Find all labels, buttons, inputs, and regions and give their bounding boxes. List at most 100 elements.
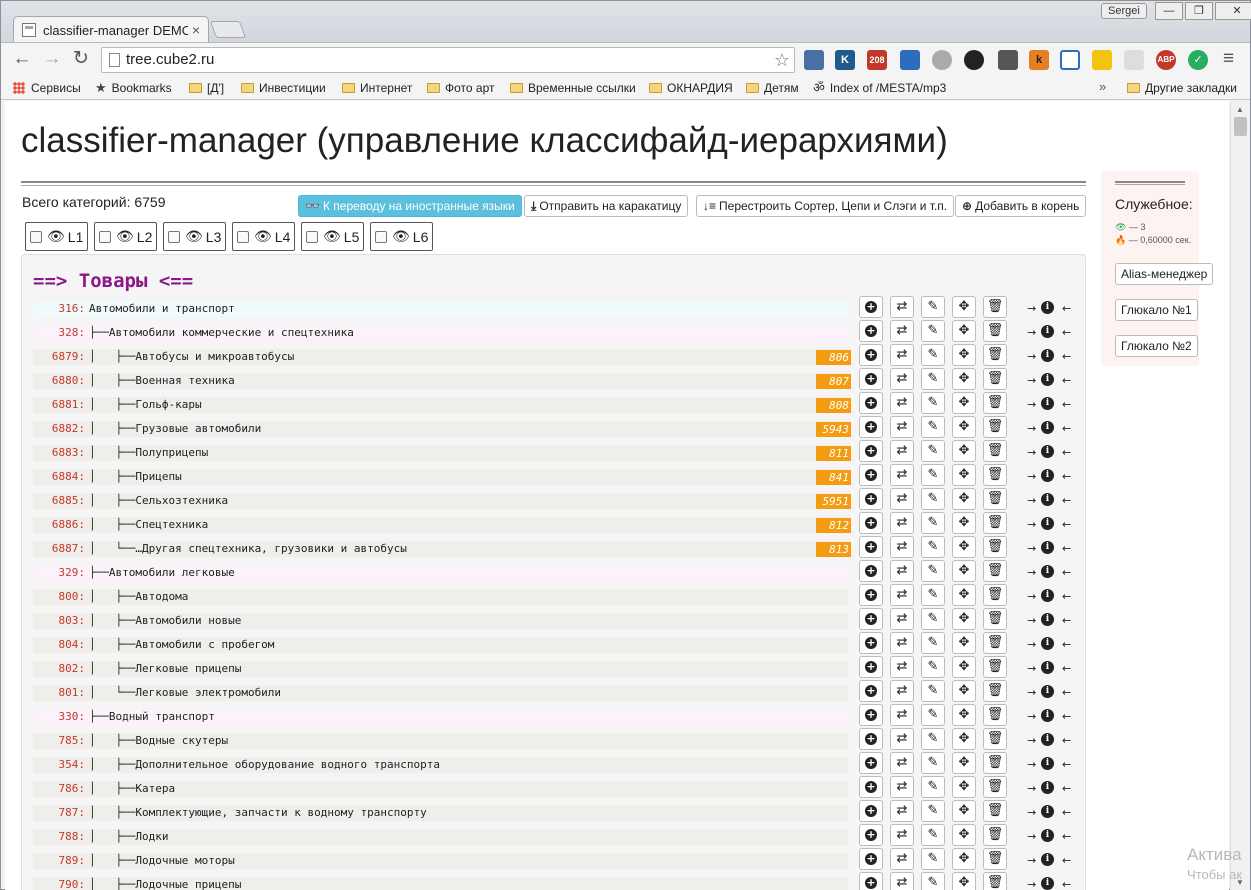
- add-child-button[interactable]: +: [859, 776, 883, 798]
- add-child-button[interactable]: +: [859, 848, 883, 870]
- add-child-button[interactable]: +: [859, 536, 883, 558]
- swap-button[interactable]: ⇄: [890, 800, 914, 822]
- arrow-left-icon[interactable]: ←: [1062, 853, 1071, 869]
- info-icon[interactable]: i: [1041, 421, 1054, 434]
- add-child-button[interactable]: +: [859, 800, 883, 822]
- add-child-button[interactable]: +: [859, 344, 883, 366]
- add-child-button[interactable]: +: [859, 752, 883, 774]
- delete-button[interactable]: 🗑: [983, 392, 1007, 414]
- delete-button[interactable]: 🗑: [983, 704, 1007, 726]
- info-icon[interactable]: i: [1041, 613, 1054, 626]
- arrow-left-icon[interactable]: ←: [1062, 421, 1071, 437]
- glitch-2-button[interactable]: Глюкало №2: [1115, 335, 1198, 357]
- scroll-up-icon[interactable]: ▲: [1236, 105, 1244, 114]
- arrow-right-icon[interactable]: →: [1027, 541, 1036, 557]
- bookmark-star-icon[interactable]: ☆: [774, 48, 790, 72]
- bookmark-folder[interactable]: Инвестиции: [241, 80, 326, 96]
- swap-button[interactable]: ⇄: [890, 536, 914, 558]
- send-button[interactable]: ⤓ Отправить на каракатицу: [524, 195, 689, 217]
- arrow-right-icon[interactable]: →: [1027, 661, 1036, 677]
- arrow-right-icon[interactable]: →: [1027, 445, 1036, 461]
- arrow-right-icon[interactable]: →: [1027, 565, 1036, 581]
- info-icon[interactable]: i: [1041, 853, 1054, 866]
- info-icon[interactable]: i: [1041, 349, 1054, 362]
- bookmark-folder[interactable]: Фото арт: [427, 80, 494, 96]
- delete-button[interactable]: 🗑: [983, 632, 1007, 654]
- move-button[interactable]: ✥: [952, 584, 976, 606]
- k-orange-extension-icon[interactable]: k: [1029, 50, 1049, 70]
- level-toggle-l4[interactable]: 👁 L4: [232, 222, 296, 251]
- info-icon[interactable]: i: [1041, 877, 1054, 890]
- arrow-left-icon[interactable]: ←: [1062, 781, 1071, 797]
- delete-button[interactable]: 🗑: [983, 800, 1007, 822]
- reload-icon[interactable]: ↻: [70, 48, 92, 70]
- move-button[interactable]: ✥: [952, 680, 976, 702]
- arrow-right-icon[interactable]: →: [1027, 469, 1036, 485]
- swap-button[interactable]: ⇄: [890, 320, 914, 342]
- add-child-button[interactable]: +: [859, 296, 883, 318]
- info-icon[interactable]: i: [1041, 301, 1054, 314]
- swap-button[interactable]: ⇄: [890, 464, 914, 486]
- arrow-right-icon[interactable]: →: [1027, 733, 1036, 749]
- info-icon[interactable]: i: [1041, 541, 1054, 554]
- delete-button[interactable]: 🗑: [983, 344, 1007, 366]
- checkbox[interactable]: [306, 230, 318, 243]
- arrow-right-icon[interactable]: →: [1027, 853, 1036, 869]
- edit-button[interactable]: ✎: [921, 656, 945, 678]
- restore-button[interactable]: ❐: [1185, 2, 1213, 20]
- delete-button[interactable]: 🗑: [983, 848, 1007, 870]
- swap-button[interactable]: ⇄: [890, 656, 914, 678]
- delete-button[interactable]: 🗑: [983, 776, 1007, 798]
- move-button[interactable]: ✥: [952, 656, 976, 678]
- swap-button[interactable]: ⇄: [890, 848, 914, 870]
- info-icon[interactable]: i: [1041, 637, 1054, 650]
- page-scrollbar[interactable]: ▲ ▼: [1230, 101, 1250, 890]
- edit-button[interactable]: ✎: [921, 368, 945, 390]
- delete-button[interactable]: 🗑: [983, 656, 1007, 678]
- swap-button[interactable]: ⇄: [890, 440, 914, 462]
- move-button[interactable]: ✥: [952, 368, 976, 390]
- bookmark-apps[interactable]: Сервисы: [13, 80, 81, 96]
- delete-button[interactable]: 🗑: [983, 536, 1007, 558]
- info-icon[interactable]: i: [1041, 805, 1054, 818]
- move-button[interactable]: ✥: [952, 728, 976, 750]
- swap-button[interactable]: ⇄: [890, 728, 914, 750]
- info-icon[interactable]: i: [1041, 445, 1054, 458]
- info-icon[interactable]: i: [1041, 589, 1054, 602]
- delete-button[interactable]: 🗑: [983, 416, 1007, 438]
- arrow-right-icon[interactable]: →: [1027, 685, 1036, 701]
- edit-button[interactable]: ✎: [921, 320, 945, 342]
- arrow-left-icon[interactable]: ←: [1062, 445, 1071, 461]
- bookmark-folder[interactable]: Детям: [746, 80, 799, 96]
- delete-button[interactable]: 🗑: [983, 320, 1007, 342]
- move-button[interactable]: ✥: [952, 776, 976, 798]
- delete-button[interactable]: 🗑: [983, 368, 1007, 390]
- info-icon[interactable]: i: [1041, 661, 1054, 674]
- move-button[interactable]: ✥: [952, 632, 976, 654]
- edit-button[interactable]: ✎: [921, 344, 945, 366]
- delete-button[interactable]: 🗑: [983, 728, 1007, 750]
- arrow-left-icon[interactable]: ←: [1062, 517, 1071, 533]
- screenshot-extension-icon[interactable]: [900, 50, 920, 70]
- arrow-right-icon[interactable]: →: [1027, 349, 1036, 365]
- checkbox[interactable]: [99, 230, 111, 243]
- move-button[interactable]: ✥: [952, 464, 976, 486]
- edit-button[interactable]: ✎: [921, 824, 945, 846]
- add-child-button[interactable]: +: [859, 728, 883, 750]
- arrow-right-icon[interactable]: →: [1027, 397, 1036, 413]
- arrow-right-icon[interactable]: →: [1027, 325, 1036, 341]
- browser-tab[interactable]: classifier-manager DEMO ×: [13, 16, 209, 43]
- move-button[interactable]: ✥: [952, 344, 976, 366]
- checkbox[interactable]: [168, 230, 180, 243]
- edit-button[interactable]: ✎: [921, 392, 945, 414]
- bookmark-folder[interactable]: Временные ссылки: [510, 80, 636, 96]
- add-child-button[interactable]: +: [859, 704, 883, 726]
- minimize-button[interactable]: —: [1155, 2, 1183, 20]
- pencil-extension-icon[interactable]: [1092, 50, 1112, 70]
- add-child-button[interactable]: +: [859, 440, 883, 462]
- dropbox-extension-icon[interactable]: [1124, 50, 1144, 70]
- arrow-left-icon[interactable]: ←: [1062, 733, 1071, 749]
- arrow-left-icon[interactable]: ←: [1062, 589, 1071, 605]
- swap-button[interactable]: ⇄: [890, 704, 914, 726]
- add-child-button[interactable]: +: [859, 464, 883, 486]
